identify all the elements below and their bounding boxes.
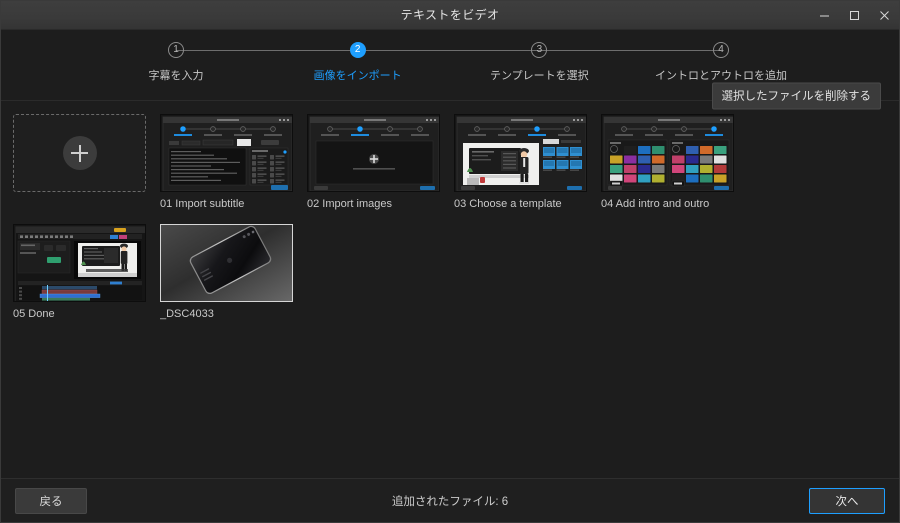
back-button[interactable]: 戻る [15,487,87,514]
add-image-cell [13,114,160,210]
step-label: テンプレートを選択 [490,70,589,82]
step-number-badge: 3 [531,42,548,58]
next-button[interactable]: 次へ [809,487,885,514]
added-files-status: 追加されたファイル: 6 [391,495,509,508]
image-thumbnail[interactable] [307,114,440,192]
image-thumbnail[interactable] [601,114,734,192]
thumbnail-cell: 02 Import images [307,114,454,210]
image-grid-panel: 01 Import subtitle 02 Import images 03 Cho… [1,101,899,478]
thumbnail-cell: 05 Done [13,224,160,320]
image-thumbnail[interactable] [160,224,293,302]
minimize-icon [819,10,830,21]
add-image-tile[interactable] [13,114,146,192]
close-icon [879,10,890,21]
thumbnail-cell: 03 Choose a template [454,114,601,210]
maximize-icon [849,10,860,21]
window-title: テキストをビデオ [400,8,500,22]
stepper-track: 1 字幕を入力 2 画像をインポート 3 テンプレートを選択 4 イントロとアウトロを追加 [149,42,787,82]
image-thumbnail[interactable] [454,114,587,192]
thumbnail-grid: 01 Import subtitle 02 Import images 03 Cho… [13,114,889,334]
thumbnail-caption: 04 Add intro and outro [601,198,710,210]
thumbnail-caption: 02 Import images [307,198,392,210]
delete-selected-files-button[interactable]: 選択したファイルを削除する [711,82,881,110]
thumbnail-cell: 04 Add intro and outro [601,114,748,210]
title-bar: テキストをビデオ [1,1,899,30]
maximize-button[interactable] [839,1,869,30]
text-to-video-dialog: テキストをビデオ 1 字幕を入力 2 画像をインポート 3 テンプレートを選択 4 イントロと… [0,0,900,523]
minimize-button[interactable] [809,1,839,30]
plus-icon [62,136,97,170]
thumbnail-cell: _DSC4033 [160,224,307,320]
image-thumbnail[interactable] [13,224,146,302]
step-number-badge: 2 [349,42,366,58]
window-controls [809,1,899,30]
image-thumbnail[interactable] [160,114,293,192]
thumbnail-caption: 03 Choose a template [454,198,562,210]
step-number-badge: 4 [713,42,730,58]
step-label: 画像をインポート [313,70,402,82]
step-number-badge: 1 [168,42,184,58]
thumbnail-caption: 01 Import subtitle [160,198,245,210]
dialog-footer: 戻る 追加されたファイル: 6 次へ [1,478,899,522]
step-label: イントロとアウトロを追加 [655,70,788,82]
close-button[interactable] [869,1,899,30]
wizard-stepper: 1 字幕を入力 2 画像をインポート 3 テンプレートを選択 4 イントロとアウトロを追加 選… [1,30,899,110]
thumbnail-caption: _DSC4033 [160,308,214,320]
step-label: 字幕を入力 [148,70,204,82]
thumbnail-caption: 05 Done [13,308,55,320]
thumbnail-cell: 01 Import subtitle [160,114,307,210]
